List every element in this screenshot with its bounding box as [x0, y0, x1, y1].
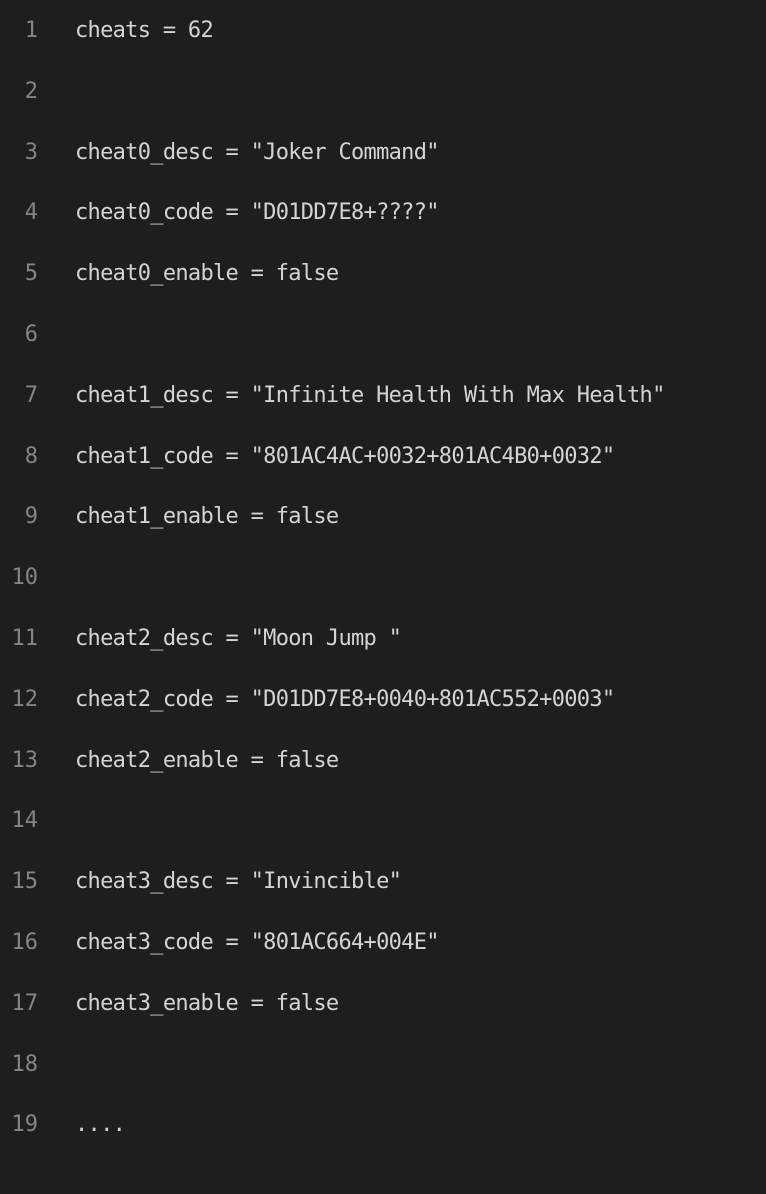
code-editor[interactable]: 1 cheats = 62 2 3 cheat0_desc = "Joker C… [0, 0, 766, 1156]
line-number: 12 [11, 686, 39, 712]
code-text[interactable]: cheat3_desc = "Invincible" [75, 869, 402, 895]
line-number: 3 [24, 139, 38, 165]
line-number: 7 [24, 382, 38, 408]
line-number: 18 [11, 1051, 39, 1077]
code-text[interactable]: cheat0_code = "D01DD7E8+????" [75, 200, 440, 226]
code-text[interactable]: .... [75, 1112, 126, 1138]
code-text[interactable]: cheat3_code = "801AC664+004E" [75, 930, 440, 956]
code-text[interactable]: cheats = 62 [75, 18, 214, 44]
line-number: 9 [24, 504, 38, 530]
code-line[interactable]: 3 cheat0_desc = "Joker Command" [0, 122, 766, 183]
code-line[interactable]: 10 [0, 547, 766, 608]
code-line[interactable]: 14 [0, 790, 766, 851]
line-number: 15 [11, 869, 39, 895]
code-line[interactable]: 6 [0, 304, 766, 365]
code-line[interactable]: 17 cheat3_enable = false [0, 973, 766, 1034]
code-line[interactable]: 2 [0, 61, 766, 122]
code-text[interactable]: cheat0_desc = "Joker Command" [75, 140, 440, 166]
line-number: 5 [24, 261, 38, 287]
code-line[interactable]: 16 cheat3_code = "801AC664+004E" [0, 912, 766, 973]
code-line[interactable]: 11 cheat2_desc = "Moon Jump " [0, 608, 766, 669]
code-text[interactable]: cheat1_code = "801AC4AC+0032+801AC4B0+00… [75, 444, 615, 470]
line-number: 17 [11, 990, 39, 1016]
code-text[interactable]: cheat3_enable = false [75, 991, 339, 1017]
line-number: 6 [24, 321, 38, 347]
code-line[interactable]: 12 cheat2_code = "D01DD7E8+0040+801AC552… [0, 669, 766, 730]
line-number: 1 [24, 18, 38, 43]
code-text[interactable]: cheat2_desc = "Moon Jump " [75, 626, 402, 652]
code-text[interactable]: cheat0_enable = false [75, 261, 339, 287]
code-line[interactable]: 19 .... [0, 1094, 766, 1155]
code-line[interactable]: 8 cheat1_code = "801AC4AC+0032+801AC4B0+… [0, 426, 766, 487]
line-number: 16 [11, 929, 39, 955]
code-line[interactable]: 5 cheat0_enable = false [0, 243, 766, 304]
line-number: 14 [11, 808, 39, 834]
code-line[interactable]: 18 [0, 1034, 766, 1095]
code-line[interactable]: 4 cheat0_code = "D01DD7E8+????" [0, 182, 766, 243]
code-text[interactable]: cheat2_enable = false [75, 748, 339, 774]
line-number: 11 [11, 625, 39, 651]
line-number: 13 [11, 747, 39, 773]
line-number: 10 [11, 565, 39, 591]
code-line[interactable]: 15 cheat3_desc = "Invincible" [0, 851, 766, 912]
line-number: 4 [24, 200, 38, 226]
code-line[interactable]: 1 cheats = 62 [0, 0, 766, 61]
code-text[interactable]: cheat1_enable = false [75, 504, 339, 530]
code-text[interactable]: cheat2_code = "D01DD7E8+0040+801AC552+00… [75, 687, 615, 713]
code-line[interactable]: 13 cheat2_enable = false [0, 730, 766, 791]
line-number: 8 [24, 443, 38, 469]
code-text[interactable]: cheat1_desc = "Infinite Health With Max … [75, 383, 665, 409]
line-number: 2 [24, 78, 38, 104]
code-line[interactable]: 9 cheat1_enable = false [0, 486, 766, 547]
line-number: 19 [11, 1112, 39, 1138]
code-line[interactable]: 7 cheat1_desc = "Infinite Health With Ma… [0, 365, 766, 426]
